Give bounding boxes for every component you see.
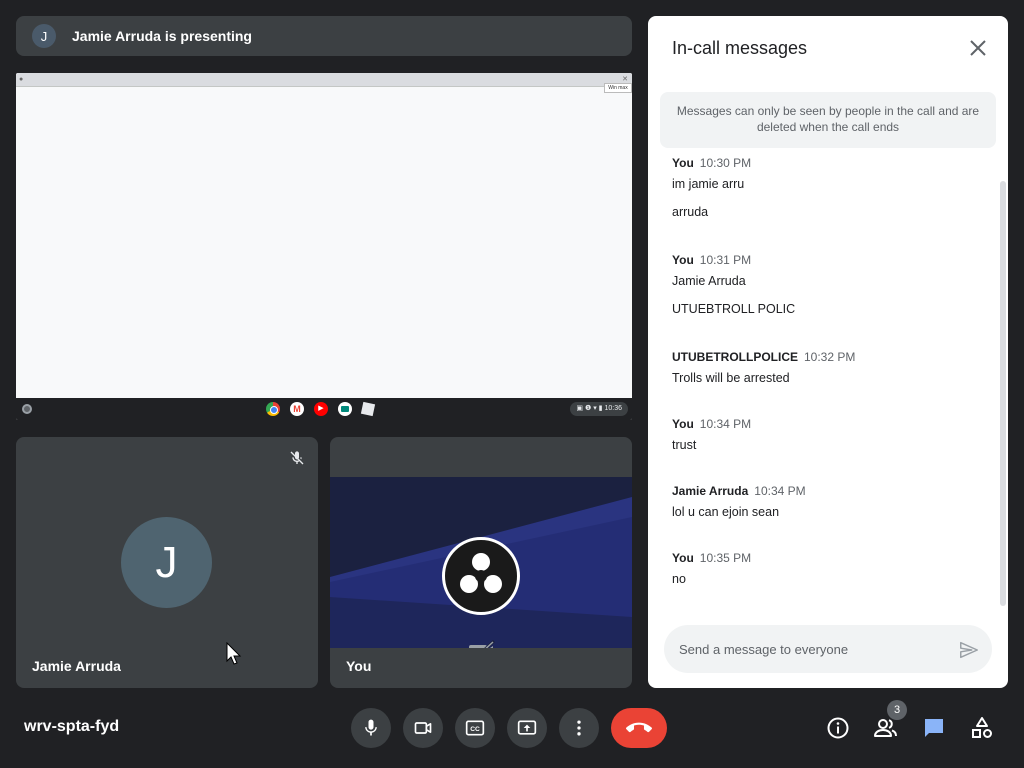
meeting-details-button[interactable]	[824, 714, 852, 742]
message-time: 10:32 PM	[804, 350, 856, 364]
camera-button[interactable]	[403, 708, 443, 748]
presenting-banner: J Jamie Arruda is presenting	[16, 16, 632, 56]
mic-button[interactable]	[351, 708, 391, 748]
meet-icon	[338, 402, 352, 416]
message-sender: UTUBETROLLPOLICE	[672, 350, 798, 364]
info-icon	[827, 717, 849, 739]
message-group: You 10:31 PM Jamie Arruda UTUEBTROLL POLI…	[672, 253, 795, 316]
participant-tile-you[interactable]: You	[330, 437, 632, 688]
more-icon	[577, 720, 581, 736]
message-sender: Jamie Arruda	[672, 484, 749, 498]
message-text: trust	[672, 438, 697, 452]
message-text: im jamie arru	[672, 177, 745, 191]
message-text: Jamie Arruda	[672, 274, 746, 288]
message-group: You 10:34 PM trust	[672, 417, 751, 452]
shelf-status-tray: ▣ ❶ ▾ ▮ 10:36	[570, 402, 628, 416]
mic-icon	[365, 719, 377, 736]
presented-window-titlebar: ● ✕	[16, 73, 632, 87]
close-icon[interactable]	[966, 36, 990, 60]
message-time: 10:31 PM	[699, 253, 752, 267]
activities-button[interactable]	[968, 714, 996, 742]
message-group: UTUBETROLLPOLICE 10:32 PM Trolls will be …	[672, 350, 855, 385]
message-sender: You	[672, 417, 694, 431]
participant-name: You	[346, 658, 372, 674]
chat-notice: Messages can only be seen by people in t…	[660, 92, 996, 148]
participant-tile-jamie[interactable]: J Jamie Arruda	[16, 437, 318, 688]
activities-icon	[972, 717, 992, 738]
presenting-text: Jamie Arruda is presenting	[72, 28, 252, 44]
window-close-icon: ✕	[622, 76, 628, 83]
message-sender: You	[672, 551, 694, 565]
message-text: lol u can ejoin sean	[672, 505, 780, 519]
chat-button[interactable]	[920, 714, 948, 742]
window-dot-icon: ●	[19, 76, 24, 83]
end-call-icon	[626, 722, 652, 733]
send-icon[interactable]	[958, 639, 980, 661]
roblox-icon	[360, 401, 376, 417]
panel-title: In-call messages	[672, 38, 808, 58]
presented-window-button: Win max	[604, 83, 632, 93]
chat-icon	[925, 719, 943, 737]
captions-icon: CC	[465, 720, 485, 736]
message-time: 10:35 PM	[699, 551, 752, 565]
youtube-icon: ▶	[314, 402, 328, 416]
presenter-avatar: J	[32, 24, 56, 48]
chrome-icon	[266, 402, 280, 416]
message-group: You 10:30 PM im jamie arru arruda	[672, 156, 751, 219]
more-options-button[interactable]	[559, 708, 599, 748]
presented-shelf: M ▶ ▣ ❶ ▾ ▮ 10:36	[16, 398, 632, 420]
launcher-icon	[22, 404, 32, 414]
captions-button[interactable]: CC	[455, 708, 495, 748]
message-text: Trolls will be arrested	[672, 371, 790, 385]
message-group: Jamie Arruda 10:34 PM lol u can ejoin sea…	[672, 484, 806, 519]
gmail-icon: M	[290, 402, 304, 416]
participant-name: Jamie Arruda	[32, 658, 121, 674]
in-call-messages-panel: In-call messages Messages can only be se…	[648, 16, 1008, 688]
present-icon	[517, 720, 537, 735]
message-time: 10:34 PM	[699, 417, 752, 431]
present-button[interactable]	[507, 708, 547, 748]
message-time: 10:30 PM	[699, 156, 752, 170]
message-time: 10:34 PM	[754, 484, 806, 498]
shelf-clock: 10:36	[604, 405, 622, 412]
camera-icon	[414, 722, 432, 734]
message-text: UTUEBTROLL POLIC	[672, 302, 796, 316]
shelf-apps: M ▶	[266, 401, 376, 417]
message-text: arruda	[672, 205, 709, 219]
participant-avatar: J	[121, 517, 212, 608]
virtual-background	[330, 477, 632, 648]
message-sender: You	[672, 156, 694, 170]
message-sender: You	[672, 253, 694, 267]
mic-muted-icon	[286, 447, 308, 469]
message-group: You 10:35 PM no	[672, 551, 751, 586]
message-list[interactable]: You 10:30 PM im jamie arru arruda You 10:3…	[648, 156, 998, 611]
message-text: no	[672, 572, 686, 586]
message-input[interactable]	[664, 625, 992, 673]
people-count-badge: 3	[887, 700, 907, 720]
end-call-button[interactable]	[611, 708, 667, 748]
chat-scrollbar[interactable]	[1000, 181, 1006, 606]
presentation-screen[interactable]: ● ✕ Win max M ▶ ▣ ❶ ▾ ▮ 10:36	[16, 73, 632, 420]
obs-logo-icon	[442, 537, 520, 615]
svg-text:CC: CC	[470, 726, 480, 733]
camera-off-icon	[466, 639, 496, 648]
mouse-cursor-icon	[226, 641, 242, 666]
meeting-code: wrv-spta-fyd	[24, 718, 120, 735]
